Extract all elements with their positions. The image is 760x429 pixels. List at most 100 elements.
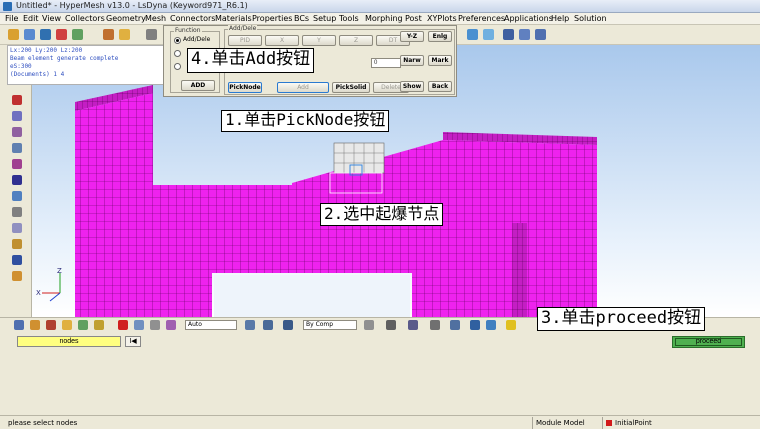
star-icon[interactable] [506, 320, 516, 330]
nodes-selector[interactable]: nodes [17, 336, 121, 347]
menu-bcs[interactable]: BCs [294, 14, 309, 23]
menu-mesh[interactable]: Mesh [145, 14, 166, 23]
vis-icon-15[interactable] [408, 320, 418, 330]
menu-collectors[interactable]: Collectors [65, 14, 105, 23]
zoom-icon[interactable] [146, 29, 157, 40]
log-line: eS:300 [10, 63, 32, 70]
proceed-button[interactable]: proceed [672, 336, 745, 348]
menu-materials[interactable]: Materials [215, 14, 252, 23]
left-tool-icon-1[interactable] [12, 95, 22, 105]
svg-text:Z: Z [57, 267, 62, 275]
vis-icon-12[interactable] [283, 320, 293, 330]
left-tool-icon-6[interactable] [12, 175, 22, 185]
left-tool-icon-5[interactable] [12, 159, 22, 169]
vis-icon-7[interactable] [134, 320, 144, 330]
menu-properties[interactable]: Properties [252, 14, 292, 23]
left-tool-icon-9[interactable] [12, 223, 22, 233]
mark-button[interactable]: Mark [428, 55, 452, 66]
user-icon[interactable] [103, 29, 114, 40]
menu-setup[interactable]: Setup [313, 14, 336, 23]
import-icon[interactable] [24, 29, 35, 40]
left-tool-icon-3[interactable] [12, 127, 22, 137]
vis-icon-16[interactable] [430, 320, 440, 330]
vis-icon-18[interactable] [470, 320, 480, 330]
log-line: Lx:200 Ly:200 Lz:200 [10, 47, 83, 54]
vis-icon-17[interactable] [450, 320, 460, 330]
vis-icon-8[interactable] [150, 320, 160, 330]
vis-icon-6[interactable] [94, 320, 104, 330]
vis-icon-5[interactable] [78, 320, 88, 330]
left-tool-icon-4[interactable] [12, 143, 22, 153]
menu-connectors[interactable]: Connectors [170, 14, 215, 23]
save-icon[interactable] [40, 29, 51, 40]
vis-icon-14[interactable] [386, 320, 396, 330]
color-mode-dropdown[interactable]: By Comp [303, 320, 357, 330]
sum-icon-2[interactable] [519, 29, 530, 40]
sum-icon[interactable] [503, 29, 514, 40]
left-tool-icon-12[interactable] [12, 271, 22, 281]
vis-icon-2[interactable] [30, 320, 40, 330]
menu-solution[interactable]: Solution [574, 14, 607, 23]
narw-button[interactable]: Narw [400, 55, 424, 66]
menu-help[interactable]: Help [551, 14, 569, 23]
delete-x-icon[interactable] [118, 320, 128, 330]
axis-triad: Z X [36, 267, 62, 302]
left-tool-icon-8[interactable] [12, 207, 22, 217]
vis-icon-10[interactable] [245, 320, 255, 330]
add-dele-radio[interactable] [174, 37, 181, 44]
function-radio-3[interactable] [174, 63, 181, 70]
menu-edit[interactable]: Edit [23, 14, 39, 23]
status-bar: please select nodes Module Model Initial… [0, 415, 760, 429]
vis-icon-1[interactable] [14, 320, 24, 330]
y-button[interactable]: Y [302, 35, 336, 46]
hypermesh-window: Untitled* - HyperMesh v13.0 - LsDyna (Ke… [0, 0, 760, 429]
add-node-button[interactable]: Add [277, 82, 329, 93]
picksolid-button[interactable]: PickSolid [332, 82, 370, 93]
menu-post[interactable]: Post [405, 14, 422, 23]
vis-icon-13[interactable] [364, 320, 374, 330]
vis-icon-19[interactable] [486, 320, 496, 330]
open-model-icon[interactable] [8, 29, 19, 40]
window-title: Untitled* - HyperMesh v13.0 - LsDyna (Ke… [16, 1, 248, 10]
menu-geometry[interactable]: Geometry [106, 14, 146, 23]
folder-icon[interactable] [119, 29, 130, 40]
export-icon[interactable] [56, 29, 67, 40]
left-tool-icon-2[interactable] [12, 111, 22, 121]
yz-button[interactable]: Y-Z [400, 31, 424, 42]
z-button[interactable]: Z [339, 35, 373, 46]
menu-preferences[interactable]: Preferences [458, 14, 505, 23]
sum-icon-3[interactable] [535, 29, 546, 40]
callout-step-1: 1.单击PickNode按钮 [221, 110, 390, 132]
reverse-button[interactable]: I◀ [125, 336, 141, 347]
menu-applications[interactable]: Applications [504, 14, 553, 23]
mesh-opening [214, 275, 410, 317]
back-button[interactable]: Back [428, 81, 452, 92]
toolbar-icon-b[interactable] [483, 29, 494, 40]
vis-icon-11[interactable] [263, 320, 273, 330]
function-radio-2[interactable] [174, 50, 181, 57]
left-tool-icon-10[interactable] [12, 239, 22, 249]
menu-xyplots[interactable]: XYPlots [427, 14, 457, 23]
vis-icon-4[interactable] [62, 320, 72, 330]
picknode-button[interactable]: PickNode [228, 82, 262, 93]
value-input[interactable]: 0 [371, 58, 401, 68]
pid-button[interactable]: PID [228, 35, 262, 46]
display-mode-dropdown[interactable]: Auto [185, 320, 237, 330]
run-icon[interactable] [72, 29, 83, 40]
menu-view[interactable]: View [42, 14, 61, 23]
left-tool-icon-11[interactable] [12, 255, 22, 265]
vis-icon-3[interactable] [46, 320, 56, 330]
x-button[interactable]: X [265, 35, 299, 46]
toolbar-icon-a[interactable] [467, 29, 478, 40]
menu-file[interactable]: File [5, 14, 18, 23]
add-button[interactable]: ADD [181, 80, 215, 91]
app-icon [3, 2, 12, 11]
menu-tools[interactable]: Tools [339, 14, 359, 23]
enlg-button[interactable]: Enlg [428, 31, 452, 42]
status-model: Module Model [532, 417, 602, 429]
show-button[interactable]: Show [400, 81, 424, 92]
vis-icon-9[interactable] [166, 320, 176, 330]
menu-morphing[interactable]: Morphing [365, 14, 403, 23]
left-tool-icon-7[interactable] [12, 191, 22, 201]
proceed-button-frame [675, 338, 742, 346]
